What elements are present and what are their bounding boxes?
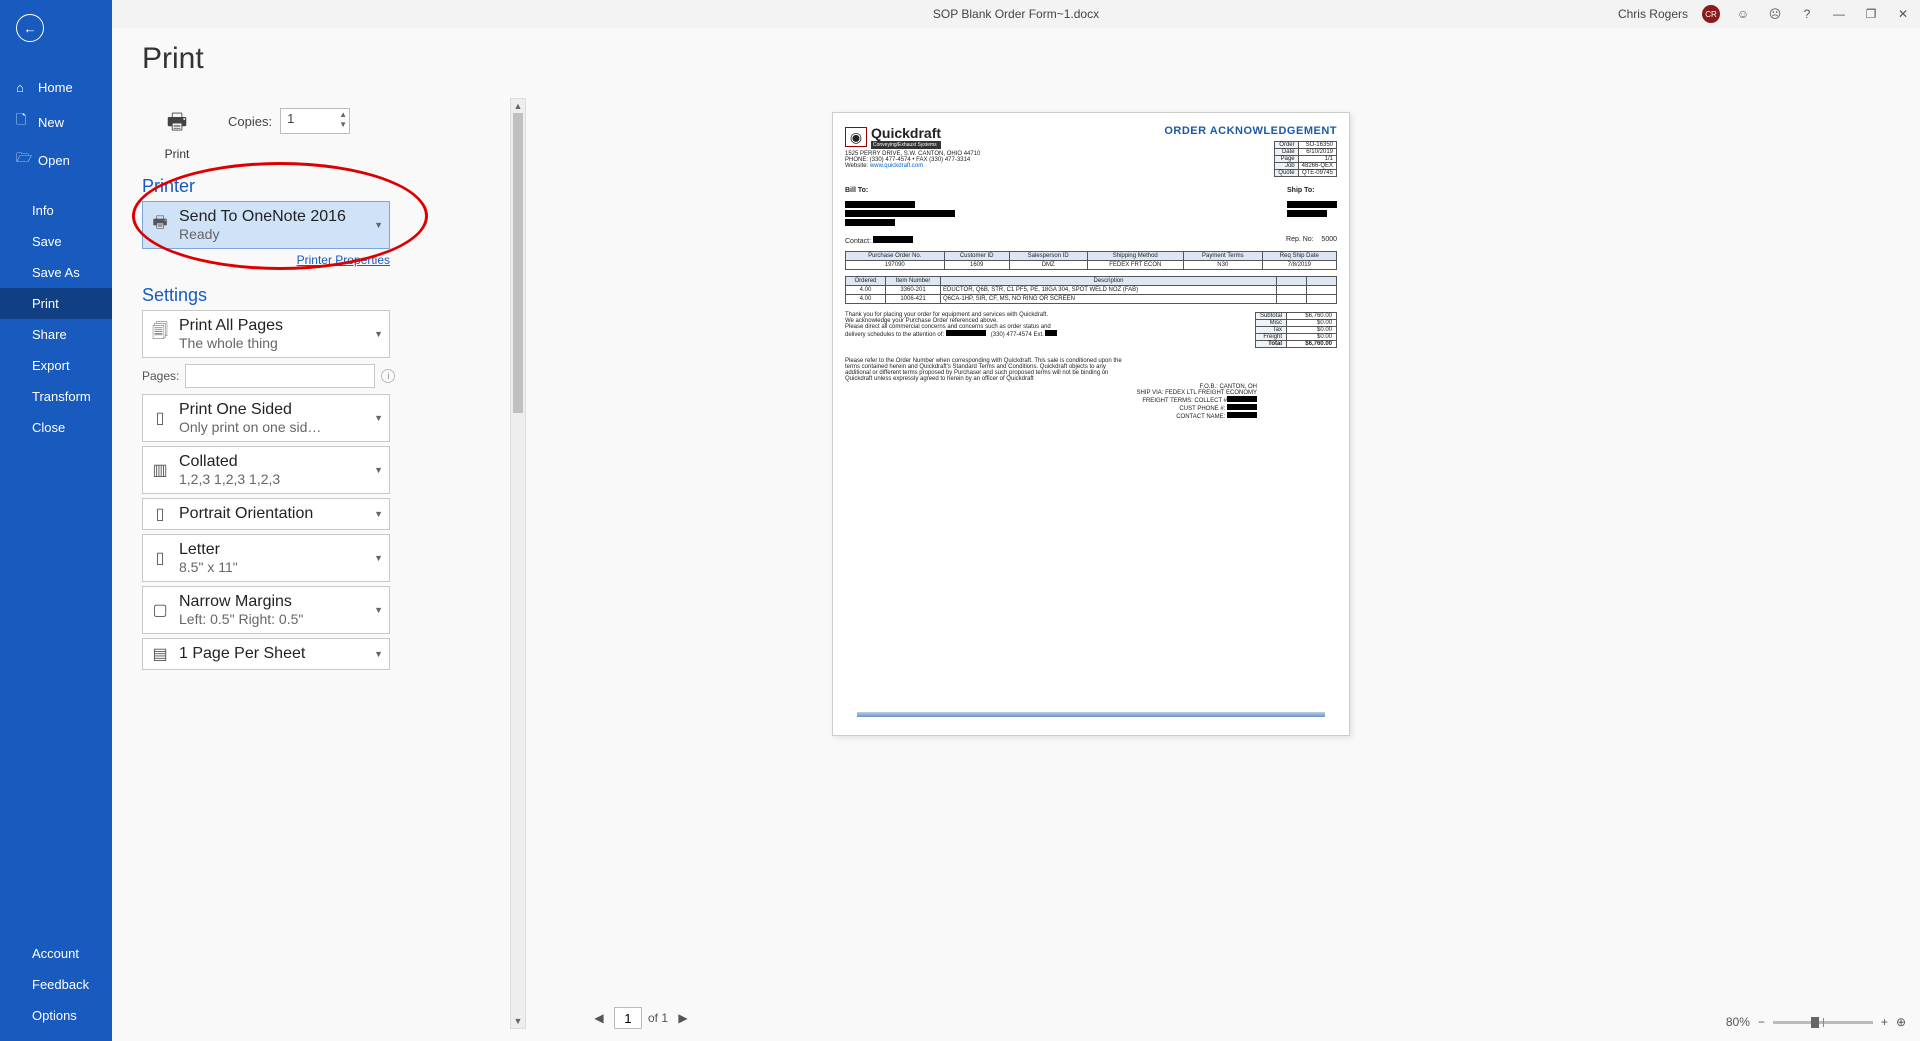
paper-size-dropdown[interactable]: ▯ Letter 8.5" x 11" ▼: [142, 534, 390, 582]
collate-icon: ▥: [149, 460, 171, 480]
print-preview-page: ◉ Quickdraft Conveying/Exhaust Systems 1…: [832, 112, 1350, 736]
nav-info[interactable]: Info: [0, 195, 112, 226]
nav-feedback[interactable]: Feedback: [0, 969, 112, 1000]
company-logo: ◉ Quickdraft Conveying/Exhaust Systems: [845, 125, 980, 149]
portrait-icon: ▯: [149, 504, 171, 524]
zoom-slider[interactable]: [1773, 1021, 1873, 1024]
chevron-down-icon: ▼: [374, 553, 383, 563]
print-settings-column: 🖶 Print Copies: 1 ▲▼ Printer 🖶 Send To O…: [142, 98, 502, 674]
minimize-icon[interactable]: —: [1830, 7, 1848, 21]
thank-you-text: Thank you for placing your order for equ…: [845, 312, 1130, 338]
nav-save[interactable]: Save: [0, 226, 112, 257]
order-meta-table: OrderSO-16350 Date6/10/2019 Page1/1 Job4…: [1274, 141, 1337, 177]
copies-label: Copies:: [228, 114, 272, 129]
zoom-out-button[interactable]: −: [1758, 1015, 1765, 1029]
prev-page-button[interactable]: ◀: [590, 1011, 608, 1025]
user-area: Chris Rogers CR ☺ ☹ ? — ❐ ✕: [1618, 5, 1912, 23]
print-range-dropdown[interactable]: 🗐 Print All Pages The whole thing ▼: [142, 310, 390, 358]
ship-info: F.O.B.: CANTON, OH SHIP VIA: FEDEX LTL F…: [845, 384, 1257, 420]
sides-dropdown[interactable]: ▯ Print One Sided Only print on one sid……: [142, 394, 390, 442]
document-title: SOP Blank Order Form~1.docx: [933, 7, 1099, 21]
home-icon: ⌂: [16, 80, 30, 95]
page-navigator: ◀ of 1 ▶: [590, 1007, 692, 1029]
scroll-up-icon[interactable]: ▲: [511, 101, 525, 111]
scroll-down-icon[interactable]: ▼: [511, 1016, 525, 1026]
footer-bar: [857, 712, 1325, 717]
face-smile-icon[interactable]: ☺: [1734, 7, 1752, 21]
current-page-input[interactable]: [614, 1007, 642, 1029]
open-icon: 🗁: [16, 149, 30, 171]
nav-options[interactable]: Options: [0, 1000, 112, 1031]
zoom-controls: 80% − + ⊕: [1726, 1015, 1906, 1029]
pages-input[interactable]: [185, 364, 375, 388]
sheet-icon: ▤: [149, 644, 171, 664]
zoom-percent: 80%: [1726, 1015, 1750, 1029]
chevron-down-icon: ▼: [374, 329, 383, 339]
pages-per-sheet-dropdown[interactable]: ▤ 1 Page Per Sheet ▼: [142, 638, 390, 670]
settings-scrollbar[interactable]: ▲ ▼: [510, 98, 526, 1029]
chevron-down-icon: ▼: [374, 220, 383, 230]
nav-close[interactable]: Close: [0, 412, 112, 443]
page-size-icon: ▯: [149, 548, 171, 568]
logo-icon: ◉: [845, 127, 867, 147]
nav-transform[interactable]: Transform: [0, 381, 112, 412]
nav-export[interactable]: Export: [0, 350, 112, 381]
nav-account[interactable]: Account: [0, 938, 112, 969]
info-icon[interactable]: i: [381, 369, 395, 383]
printer-icon: 🖶: [143, 105, 211, 143]
chevron-down-icon: ▼: [374, 605, 383, 615]
print-button[interactable]: 🖶 Print: [142, 98, 212, 158]
scrollbar-thumb[interactable]: [513, 113, 523, 413]
totals-table: Subtotal$6,760.00 Misc$0.00 Tax$0.00 Fre…: [1255, 312, 1337, 348]
chevron-down-icon: ▼: [374, 649, 383, 659]
page-title: Print: [112, 28, 1920, 90]
chevron-down-icon: ▼: [374, 465, 383, 475]
printer-dropdown[interactable]: 🖶 Send To OneNote 2016 Ready ▼: [142, 201, 390, 249]
avatar[interactable]: CR: [1702, 5, 1720, 23]
copies-stepper[interactable]: 1 ▲▼: [280, 108, 350, 134]
pages-icon: 🗐: [149, 321, 171, 348]
nav-saveas[interactable]: Save As: [0, 257, 112, 288]
next-page-button[interactable]: ▶: [674, 1011, 692, 1025]
chevron-down-icon: ▼: [374, 509, 383, 519]
orientation-dropdown[interactable]: ▯ Portrait Orientation ▼: [142, 498, 390, 530]
printer-properties-link[interactable]: Printer Properties: [297, 253, 390, 267]
nav-print[interactable]: Print: [0, 288, 112, 319]
nav-share[interactable]: Share: [0, 319, 112, 350]
back-area: ←: [0, 0, 112, 52]
pages-label: Pages:: [142, 369, 179, 383]
restore-icon[interactable]: ❐: [1862, 7, 1880, 21]
zoom-in-button[interactable]: +: [1881, 1015, 1888, 1029]
arrow-left-icon: ←: [24, 21, 37, 36]
terms-text: Please refer to the Order Number when co…: [845, 348, 1130, 382]
doc-title: ORDER ACKNOWLEDGEMENT: [1164, 125, 1337, 137]
settings-section-label: Settings: [142, 285, 502, 306]
backstage-nav: ← ⌂Home 🗋New 🗁Open Info Save Save As Pri…: [0, 0, 112, 1041]
nav-home[interactable]: ⌂Home: [0, 72, 112, 103]
user-name: Chris Rogers: [1618, 7, 1688, 21]
printer-section-label: Printer: [142, 176, 502, 197]
collate-dropdown[interactable]: ▥ Collated 1,2,3 1,2,3 1,2,3 ▼: [142, 446, 390, 494]
order-header-table: Purchase Order No.Customer IDSalesperson…: [845, 251, 1337, 270]
backstage-main: Print 🖶 Print Copies: 1 ▲▼ Printer 🖶 Sen…: [112, 28, 1920, 1041]
page-icon: ▯: [149, 408, 171, 428]
page-total: of 1: [648, 1011, 668, 1025]
nav-new[interactable]: 🗋New: [0, 103, 112, 141]
help-icon[interactable]: ?: [1798, 7, 1816, 21]
back-button[interactable]: ←: [16, 14, 44, 42]
title-bar: SOP Blank Order Form~1.docx Chris Rogers…: [112, 0, 1920, 28]
company-address: 1525 PERRY DRIVE, S.W. CANTON, OHIO 4471…: [845, 151, 980, 169]
order-lines-table: OrderedItem NumberDescription 4.003360-2…: [845, 276, 1337, 304]
printer-device-icon: 🖶: [149, 212, 171, 239]
margins-dropdown[interactable]: ▢ Narrow Margins Left: 0.5" Right: 0.5" …: [142, 586, 390, 634]
close-icon[interactable]: ✕: [1894, 7, 1912, 21]
nav-open[interactable]: 🗁Open: [0, 141, 112, 179]
new-icon: 🗋: [16, 111, 30, 133]
fit-page-button[interactable]: ⊕: [1896, 1015, 1906, 1029]
spinner-icon[interactable]: ▲▼: [339, 110, 347, 130]
chevron-down-icon: ▼: [374, 413, 383, 423]
face-sad-icon[interactable]: ☹: [1766, 7, 1784, 21]
margins-icon: ▢: [149, 600, 171, 620]
